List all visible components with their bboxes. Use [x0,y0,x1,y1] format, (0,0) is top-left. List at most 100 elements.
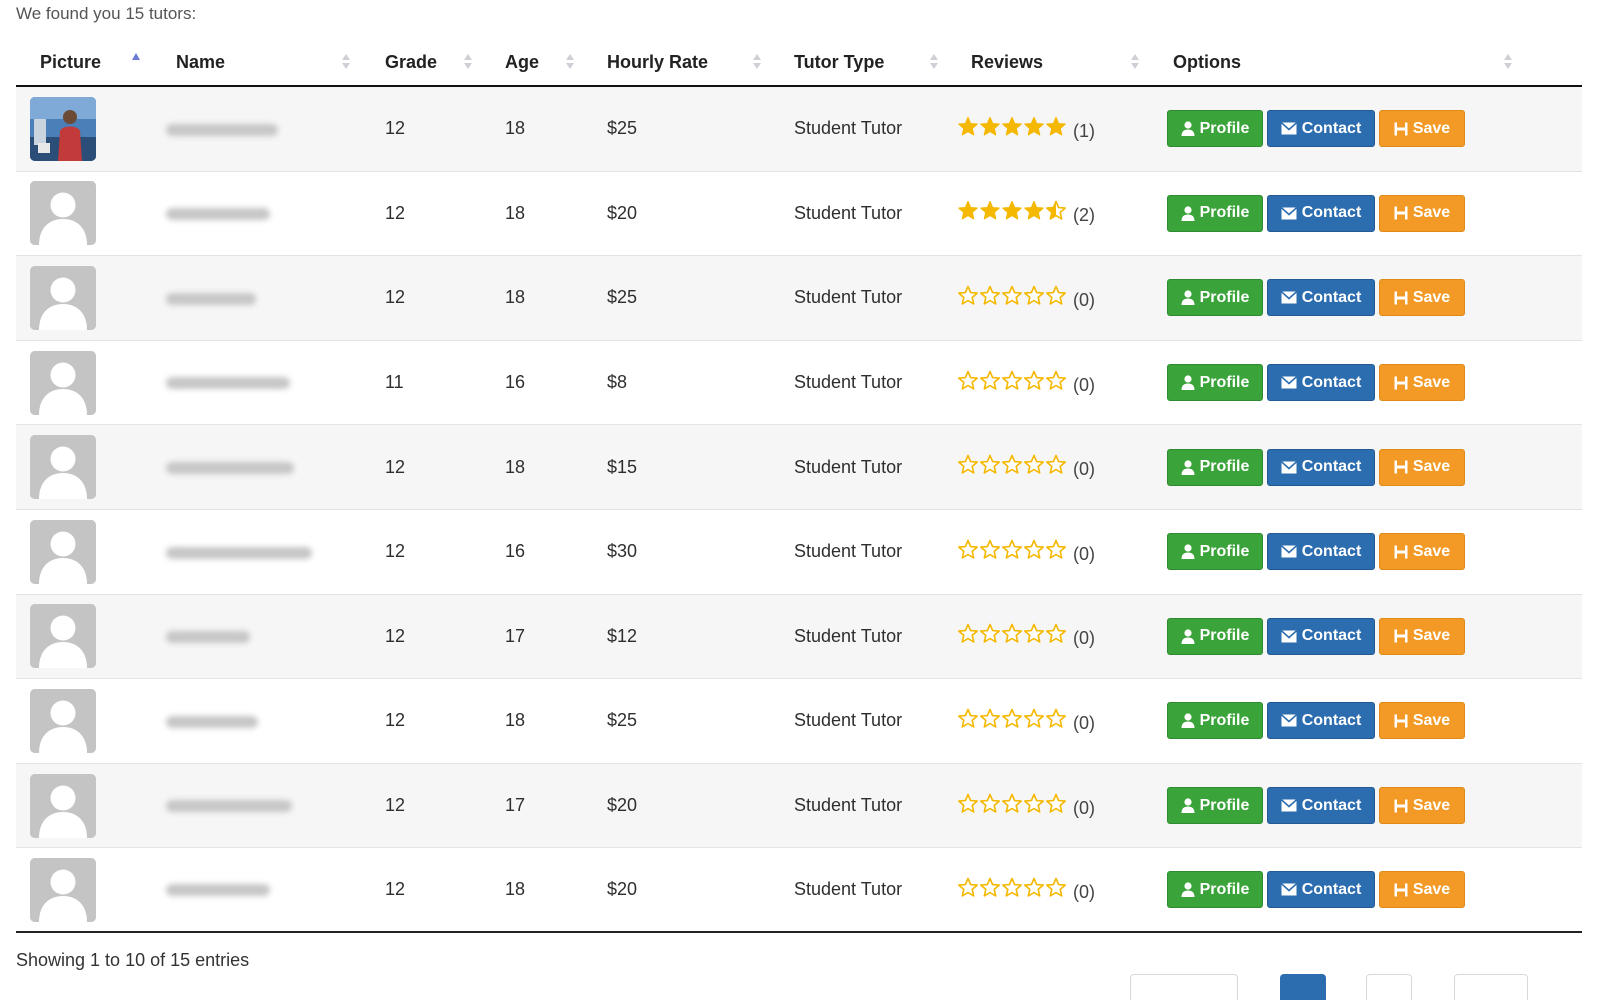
avatar[interactable] [30,519,96,584]
pagination-next-button[interactable] [1454,974,1528,1000]
options-cell: Profile Contact Save [1145,194,1582,232]
pagination-previous-button[interactable] [1130,974,1238,1000]
profile-button[interactable]: Profile [1167,871,1263,909]
pagination-page-button[interactable] [1366,974,1412,1000]
column-header-reviews[interactable]: Reviews [943,40,1145,87]
save-button[interactable]: Save [1379,702,1465,740]
profile-button[interactable]: Profile [1167,617,1263,655]
blurred-tutor-name[interactable] [166,461,294,474]
picture-cell [16,265,146,330]
column-header-options[interactable]: Options [1145,40,1582,87]
hourly-rate-cell: $25 [607,287,638,308]
column-header-name[interactable]: Name [146,40,357,87]
profile-button[interactable]: Profile [1167,279,1263,317]
star-icon [957,539,979,559]
star-icon [979,793,1001,813]
contact-button[interactable]: Contact [1267,448,1375,486]
user-icon [1181,460,1195,475]
user-icon [1181,206,1195,221]
save-button[interactable]: Save [1379,448,1465,486]
profile-button-label: Profile [1199,119,1250,137]
profile-button[interactable]: Profile [1167,448,1263,486]
star-icon [1023,877,1045,897]
profile-button[interactable]: Profile [1167,194,1263,232]
profile-button[interactable]: Profile [1167,533,1263,571]
blurred-tutor-name[interactable] [166,377,290,390]
default-avatar-icon [30,435,96,500]
column-header-picture[interactable]: Picture [16,40,146,87]
avatar[interactable] [30,604,96,669]
save-button-label: Save [1412,627,1451,645]
contact-button[interactable]: Contact [1267,194,1375,232]
avatar[interactable] [30,688,96,753]
options-cell: Profile Contact Save [1145,364,1582,402]
review-count: (0) [1073,543,1095,564]
blurred-tutor-name[interactable] [166,208,270,221]
blurred-tutor-name[interactable] [166,546,312,559]
avatar[interactable] [30,857,96,922]
contact-button[interactable]: Contact [1267,110,1375,148]
options-cell: Profile Contact Save [1145,871,1582,909]
default-avatar-icon [30,688,96,753]
column-header-hourly-rate[interactable]: Hourly Rate [579,40,766,87]
profile-button-label: Profile [1199,204,1250,222]
blurred-tutor-name[interactable] [166,715,258,728]
save-button-label: Save [1412,458,1451,476]
profile-button[interactable]: Profile [1167,364,1263,402]
save-button[interactable]: Save [1379,194,1465,232]
contact-button[interactable]: Contact [1267,279,1375,317]
save-button[interactable]: Save [1379,110,1465,148]
column-header-age[interactable]: Age [477,40,579,87]
star-icon [1045,624,1067,644]
save-button-label: Save [1412,542,1451,560]
contact-button[interactable]: Contact [1267,533,1375,571]
save-button[interactable]: Save [1379,617,1465,655]
avatar[interactable] [30,773,96,838]
review-count: (0) [1073,797,1095,818]
blurred-tutor-name[interactable] [166,884,270,897]
star-icon [1001,454,1023,474]
star-icon [1045,877,1067,897]
blurred-tutor-name[interactable] [166,800,292,813]
save-button-label: Save [1412,373,1451,391]
blurred-tutor-name[interactable] [166,631,250,644]
column-header-picture-label: Picture [40,52,102,72]
contact-button[interactable]: Contact [1267,871,1375,909]
avatar[interactable] [30,96,96,161]
profile-button[interactable]: Profile [1167,110,1263,148]
contact-button-label: Contact [1301,204,1362,222]
star-rating [957,539,1067,560]
column-header-tutor-type[interactable]: Tutor Type [766,40,943,87]
table-row: 12 18 $25 Student Tutor (1) Profile Contact Sav… [16,87,1582,172]
star-icon [957,454,979,474]
contact-button[interactable]: Contact [1267,787,1375,825]
profile-button[interactable]: Profile [1167,787,1263,825]
contact-button[interactable]: Contact [1267,702,1375,740]
column-header-grade[interactable]: Grade [357,40,477,87]
options-cell: Profile Contact Save [1145,533,1582,571]
save-button[interactable]: Save [1379,871,1465,909]
avatar[interactable] [30,181,96,246]
name-cell [146,795,357,816]
profile-button[interactable]: Profile [1167,702,1263,740]
blurred-tutor-name[interactable] [166,123,278,136]
save-button[interactable]: Save [1379,279,1465,317]
save-button[interactable]: Save [1379,787,1465,825]
blurred-tutor-name[interactable] [166,292,256,305]
tutor-type-cell: Student Tutor [794,625,903,646]
contact-button[interactable]: Contact [1267,364,1375,402]
contact-button[interactable]: Contact [1267,617,1375,655]
avatar[interactable] [30,350,96,415]
avatar[interactable] [30,265,96,330]
review-count: (0) [1073,459,1095,480]
age-cell: 17 [505,795,526,816]
pagination-page-active[interactable] [1280,974,1326,1000]
star-icon [1001,624,1023,644]
grade-cell: 11 [385,372,404,393]
star-icon [1045,539,1067,559]
avatar[interactable] [30,435,96,500]
sort-arrows-icon [1504,54,1513,72]
save-button[interactable]: Save [1379,364,1465,402]
save-button[interactable]: Save [1379,533,1465,571]
default-avatar-icon [30,519,96,584]
